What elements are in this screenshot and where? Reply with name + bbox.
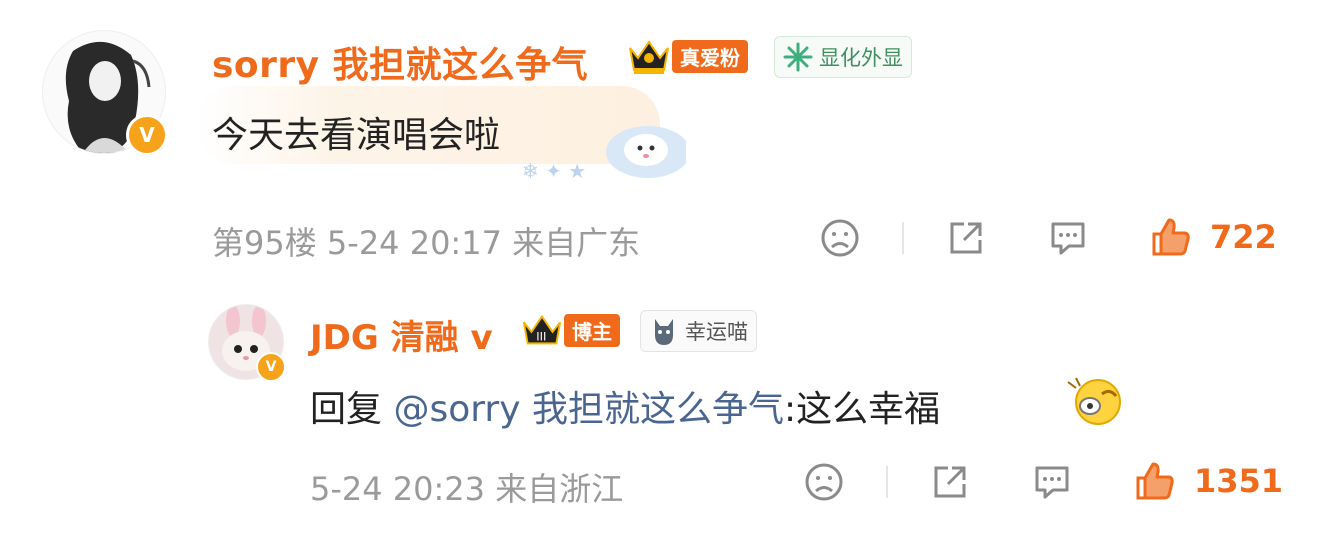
emoji-icon (1066, 374, 1128, 430)
reply-prefix: 回复 (310, 389, 394, 430)
share-icon[interactable] (944, 216, 988, 260)
comment-location: 来自广东 (512, 224, 641, 262)
svg-text:III: III (536, 330, 546, 344)
comment-text: 今天去看演唱会啦 (212, 115, 501, 156)
sad-face-icon[interactable] (818, 216, 862, 260)
verified-badge-icon: V (126, 114, 168, 156)
reply-username[interactable]: JDG 清融 v (310, 310, 493, 359)
like-count: 722 (1210, 218, 1277, 256)
reply-content: :这么幸福 (783, 389, 941, 430)
share-icon[interactable] (928, 460, 972, 504)
sad-face-icon[interactable] (802, 460, 846, 504)
display-badge[interactable]: 显化外显 (774, 36, 912, 78)
svg-text:❄ ✦ ★: ❄ ✦ ★ (522, 159, 586, 183)
verified-badge-icon: V (256, 352, 286, 382)
mention-link[interactable]: @sorry 我担就这么争气 (393, 389, 784, 430)
thumbs-up-icon[interactable] (1132, 458, 1178, 504)
divider (886, 466, 888, 498)
reply-meta: 5-24 20:23 来自浙江 (310, 464, 623, 510)
snowflake-icon (783, 42, 813, 72)
floor-number: 第95楼 (212, 224, 317, 262)
comment-date: 5-24 20:17 (326, 224, 502, 262)
divider (902, 222, 904, 254)
like-count: 1351 (1194, 462, 1284, 500)
bubble-decoration-icon: ❄ ✦ ★ (516, 120, 690, 188)
comment-username[interactable]: sorry 我担就这么争气 (212, 36, 588, 88)
reply-date: 5-24 20:23 (310, 470, 486, 508)
thumbs-up-icon[interactable] (1148, 214, 1194, 260)
reply-text: 回复 @sorry 我担就这么争气:这么幸福 (310, 380, 940, 432)
comment-icon[interactable] (1030, 460, 1074, 504)
display-badge[interactable]: 幸运喵 (640, 310, 757, 352)
crown-icon: III (522, 314, 562, 345)
comment-meta: 第95楼 5-24 20:17 来自广东 (212, 218, 640, 264)
comment-icon[interactable] (1046, 216, 1090, 260)
crown-icon (629, 40, 669, 74)
display-badge-label: 显化外显 (819, 46, 903, 70)
fan-level-badge[interactable]: 真爱粉 (626, 36, 748, 76)
fan-badge-label: 真爱粉 (672, 39, 748, 73)
reply-location: 来自浙江 (495, 470, 624, 508)
cat-icon (655, 319, 673, 345)
blogger-badge-label: 博主 (564, 313, 620, 347)
display-badge-label: 幸运喵 (685, 320, 748, 344)
fan-level-badge[interactable]: III 博主 (520, 310, 620, 350)
